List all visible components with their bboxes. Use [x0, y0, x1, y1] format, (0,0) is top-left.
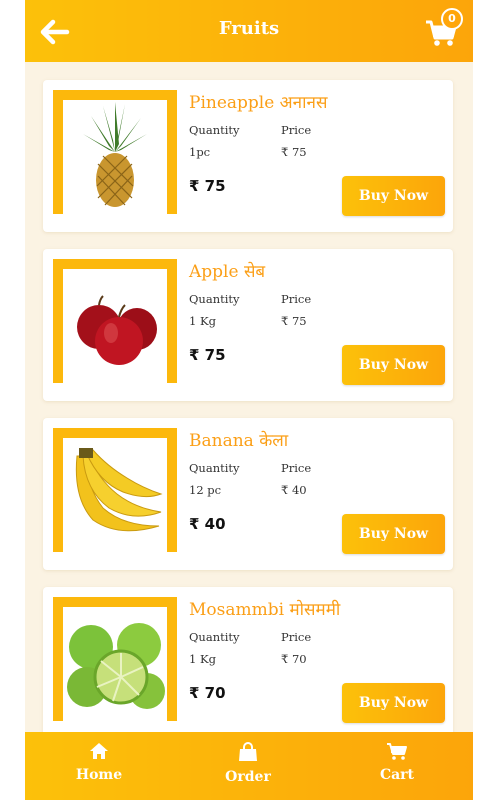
buy-now-button[interactable]: Buy Now — [342, 345, 445, 385]
product-price: ₹ 75 — [189, 177, 226, 195]
buy-now-button[interactable]: Buy Now — [342, 514, 445, 554]
home-icon — [90, 743, 108, 759]
product-price: ₹ 75 — [189, 346, 226, 364]
product-list: Pineapple अनानस Quantity Price 1pc ₹ 75 … — [25, 62, 473, 732]
quantity-value: 1 Kg — [189, 652, 216, 666]
pineapple-image — [63, 100, 167, 214]
product-image-frame — [53, 90, 177, 214]
nav-cart[interactable]: Cart — [347, 742, 447, 783]
quantity-value: 1 Kg — [189, 314, 216, 328]
apples-image — [63, 269, 167, 383]
quantity-label: Quantity — [189, 123, 240, 137]
product-card: Apple सेब Quantity Price 1 Kg ₹ 75 ₹ 75 … — [43, 249, 453, 401]
price-value: ₹ 75 — [281, 145, 307, 159]
product-image-frame — [53, 597, 177, 721]
cart-icon — [387, 743, 407, 760]
sweet-limes-image — [63, 607, 167, 721]
nav-home-label: Home — [75, 767, 123, 783]
app-header: Fruits 0 — [25, 0, 473, 62]
price-value: ₹ 40 — [281, 483, 307, 497]
price-label: Price — [281, 123, 312, 137]
app-screen: Fruits 0 Pineapple अनानस Quantity Price … — [25, 0, 473, 800]
quantity-label: Quantity — [189, 630, 240, 644]
nav-order[interactable]: Order — [198, 742, 298, 785]
price-label: Price — [281, 461, 312, 475]
price-label: Price — [281, 630, 312, 644]
product-price: ₹ 70 — [189, 684, 226, 702]
product-name: Apple सेब — [189, 262, 266, 282]
product-card: Pineapple अनानस Quantity Price 1pc ₹ 75 … — [43, 80, 453, 232]
quantity-label: Quantity — [189, 461, 240, 475]
product-name: Pineapple अनानस — [189, 93, 328, 113]
buy-now-button[interactable]: Buy Now — [342, 176, 445, 216]
bag-icon — [239, 742, 257, 761]
product-price: ₹ 40 — [189, 515, 226, 533]
price-value: ₹ 70 — [281, 652, 307, 666]
bottom-nav: Home Order Cart — [25, 732, 473, 800]
quantity-value: 12 pc — [189, 483, 222, 497]
quantity-label: Quantity — [189, 292, 240, 306]
cart-count-badge: 0 — [441, 8, 463, 30]
product-image-frame — [53, 259, 177, 383]
price-label: Price — [281, 292, 312, 306]
product-name: Banana केला — [189, 431, 289, 451]
price-value: ₹ 75 — [281, 314, 307, 328]
nav-home[interactable]: Home — [49, 742, 149, 783]
quantity-value: 1pc — [189, 145, 211, 159]
nav-cart-label: Cart — [379, 767, 415, 783]
product-card: Banana केला Quantity Price 12 pc ₹ 40 ₹ … — [43, 418, 453, 570]
product-name: Mosammbi मोसममी — [189, 600, 341, 620]
page-title: Fruits — [218, 18, 280, 39]
product-card: Mosammbi मोसममी Quantity Price 1 Kg ₹ 70… — [43, 587, 453, 732]
buy-now-button[interactable]: Buy Now — [342, 683, 445, 723]
nav-order-label: Order — [225, 769, 271, 785]
bananas-image — [63, 438, 167, 552]
product-image-frame — [53, 428, 177, 552]
